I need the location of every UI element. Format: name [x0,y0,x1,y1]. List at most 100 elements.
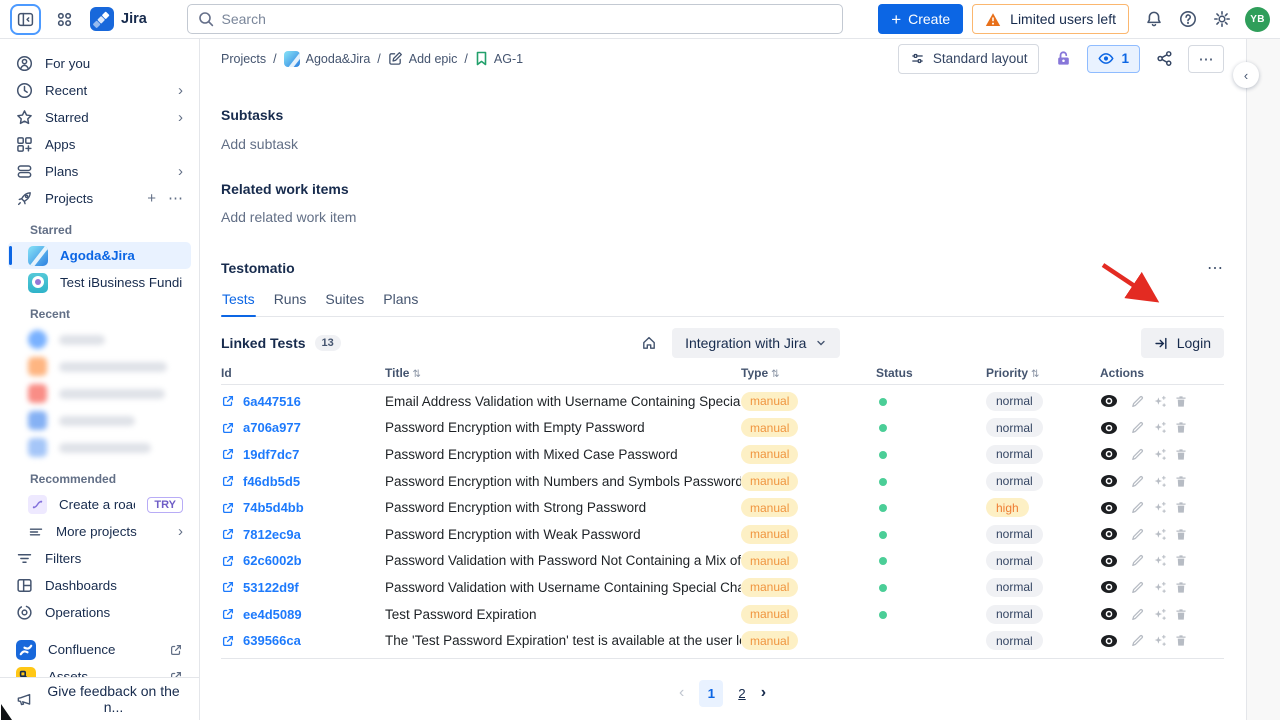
breadcrumb-projects[interactable]: Projects [221,52,266,66]
add-project-button[interactable]: + [147,191,156,206]
delete-test-button[interactable] [1174,420,1188,435]
row-id-text[interactable]: 639566ca [243,633,301,648]
recent-project-item[interactable] [8,407,191,434]
row-id-text[interactable]: a706a977 [243,420,301,435]
global-search[interactable] [187,4,843,34]
view-test-button[interactable] [1100,394,1118,408]
tab-plans[interactable]: Plans [382,291,419,316]
view-test-button[interactable] [1100,447,1118,461]
edit-test-button[interactable] [1130,527,1145,542]
col-header-title[interactable]: Title⇅ [385,366,741,380]
table-row[interactable]: 6a447516 Email Address Validation with U… [221,388,1224,415]
tab-tests[interactable]: Tests [221,291,256,316]
ai-generate-button[interactable] [1152,607,1167,622]
view-test-button[interactable] [1100,527,1118,541]
delete-test-button[interactable] [1174,633,1188,648]
table-row[interactable]: 53122d9f Password Validation with Userna… [221,574,1224,601]
issue-more-button[interactable]: ⋯ [1188,45,1224,73]
view-test-button[interactable] [1100,501,1118,515]
edit-test-button[interactable] [1130,474,1145,489]
view-test-button[interactable] [1100,580,1118,594]
pagination-page-1[interactable]: 1 [699,680,723,707]
testomatio-more-button[interactable]: ⋯ [1207,258,1224,278]
pagination-page-2[interactable]: 2 [738,686,745,701]
row-id-text[interactable]: 53122d9f [243,580,299,595]
sidebar-item-for-you[interactable]: For you [8,50,191,77]
ai-generate-button[interactable] [1152,447,1167,462]
create-button[interactable]: + Create [878,4,963,34]
breadcrumb-issue[interactable]: AG-1 [475,51,523,66]
unlock-button[interactable] [1048,45,1078,73]
ai-generate-button[interactable] [1152,580,1167,595]
project-selector-dropdown[interactable]: Integration with Jira [672,328,840,358]
sidebar-item-operations[interactable]: Operations [8,599,191,626]
add-related-item-button[interactable]: Add related work item [221,209,356,225]
sidebar-toggle-button[interactable] [10,4,41,35]
view-test-button[interactable] [1100,607,1118,621]
table-row[interactable]: 19df7dc7 Password Encryption with Mixed … [221,441,1224,468]
sidebar-project-test-ibusiness[interactable]: Test iBusiness Funding [8,269,191,296]
user-avatar[interactable]: YB [1245,7,1270,32]
ai-generate-button[interactable] [1152,394,1167,409]
sidebar-item-assets[interactable]: Assets [8,663,191,677]
ai-generate-button[interactable] [1152,633,1167,648]
sidebar-item-apps[interactable]: Apps [8,131,191,158]
row-id-text[interactable]: f46db5d5 [243,474,300,489]
col-header-priority[interactable]: Priority⇅ [986,366,1100,380]
delete-test-button[interactable] [1174,474,1188,489]
delete-test-button[interactable] [1174,447,1188,462]
edit-test-button[interactable] [1130,633,1145,648]
tab-suites[interactable]: Suites [324,291,365,316]
view-test-button[interactable] [1100,554,1118,568]
recent-project-item[interactable] [8,353,191,380]
give-feedback-button[interactable]: Give feedback on the n... [0,677,199,720]
edit-test-button[interactable] [1130,394,1145,409]
table-row[interactable]: f46db5d5 Password Encryption with Number… [221,468,1224,495]
settings-button[interactable] [1206,3,1238,35]
expand-panel-button[interactable]: ‹ [1233,62,1259,88]
login-button[interactable]: Login [1141,328,1224,358]
sidebar-item-dashboards[interactable]: Dashboards [8,572,191,599]
sidebar-item-projects[interactable]: Projects + ⋯ [8,185,191,212]
projects-more-button[interactable]: ⋯ [168,191,183,206]
recent-project-item[interactable] [8,434,191,461]
col-header-id[interactable]: Id [221,366,385,380]
ai-generate-button[interactable] [1152,474,1167,489]
view-test-button[interactable] [1100,634,1118,648]
pagination-prev-button[interactable]: ‹ [679,684,684,702]
row-id-text[interactable]: 7812ec9a [243,527,301,542]
pagination-next-button[interactable]: › [761,684,766,702]
breadcrumb-add-epic[interactable]: Add epic [388,51,458,66]
delete-test-button[interactable] [1174,607,1188,622]
limited-users-button[interactable]: Limited users left [972,4,1129,34]
share-button[interactable] [1149,45,1179,73]
ai-generate-button[interactable] [1152,420,1167,435]
edit-test-button[interactable] [1130,607,1145,622]
table-row[interactable]: 62c6002b Password Validation with Passwo… [221,548,1224,575]
sidebar-item-create-roadmap[interactable]: Create a roadmap TRY [8,491,191,518]
notifications-button[interactable] [1138,3,1170,35]
edit-test-button[interactable] [1130,580,1145,595]
standard-layout-button[interactable]: Standard layout [898,44,1040,74]
delete-test-button[interactable] [1174,580,1188,595]
row-id-text[interactable]: 62c6002b [243,553,302,568]
col-header-type[interactable]: Type⇅ [741,366,876,380]
row-id-text[interactable]: 19df7dc7 [243,447,299,462]
recent-project-item[interactable] [8,326,191,353]
watchers-button[interactable]: 1 [1087,45,1140,73]
view-test-button[interactable] [1100,421,1118,435]
edit-test-button[interactable] [1130,500,1145,515]
app-switcher-button[interactable] [48,3,80,35]
sidebar-item-confluence[interactable]: Confluence [8,636,191,663]
add-subtask-button[interactable]: Add subtask [221,136,298,152]
delete-test-button[interactable] [1174,500,1188,515]
delete-test-button[interactable] [1174,553,1188,568]
edit-test-button[interactable] [1130,420,1145,435]
table-row[interactable]: 74b5d4bb Password Encryption with Strong… [221,494,1224,521]
row-id-text[interactable]: 74b5d4bb [243,500,304,515]
sidebar-item-plans[interactable]: Plans › [8,158,191,185]
sidebar-project-agoda-jira[interactable]: Agoda&Jira [8,242,191,269]
edit-test-button[interactable] [1130,553,1145,568]
view-test-button[interactable] [1100,474,1118,488]
ai-generate-button[interactable] [1152,527,1167,542]
